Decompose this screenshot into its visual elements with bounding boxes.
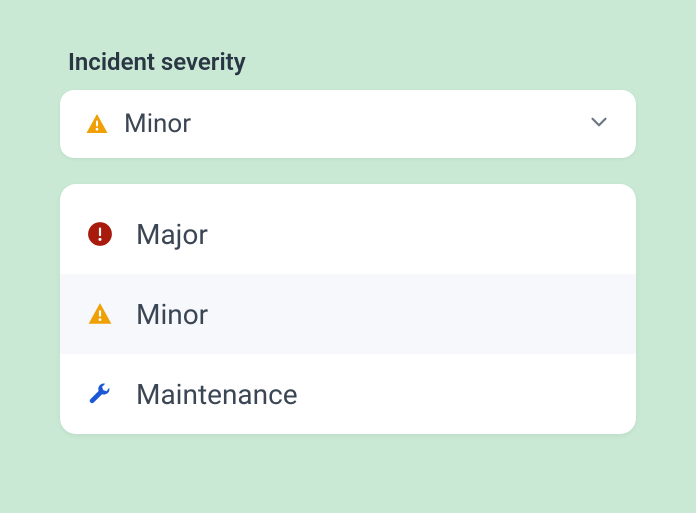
warning-triangle-icon xyxy=(84,111,110,137)
option-maintenance[interactable]: Maintenance xyxy=(60,354,636,434)
option-label: Maintenance xyxy=(136,378,298,411)
selected-value: Minor xyxy=(124,109,586,139)
option-major[interactable]: Major xyxy=(60,194,636,274)
wrench-icon xyxy=(86,380,114,408)
chevron-down-icon xyxy=(586,109,612,139)
warning-triangle-icon xyxy=(86,300,114,328)
error-circle-icon xyxy=(86,220,114,248)
field-label: Incident severity xyxy=(68,48,636,76)
option-label: Major xyxy=(136,218,208,251)
option-label: Minor xyxy=(136,298,208,331)
severity-dropdown: Major Minor Maintenance xyxy=(60,184,636,434)
severity-select[interactable]: Minor xyxy=(60,90,636,158)
option-minor[interactable]: Minor xyxy=(60,274,636,354)
